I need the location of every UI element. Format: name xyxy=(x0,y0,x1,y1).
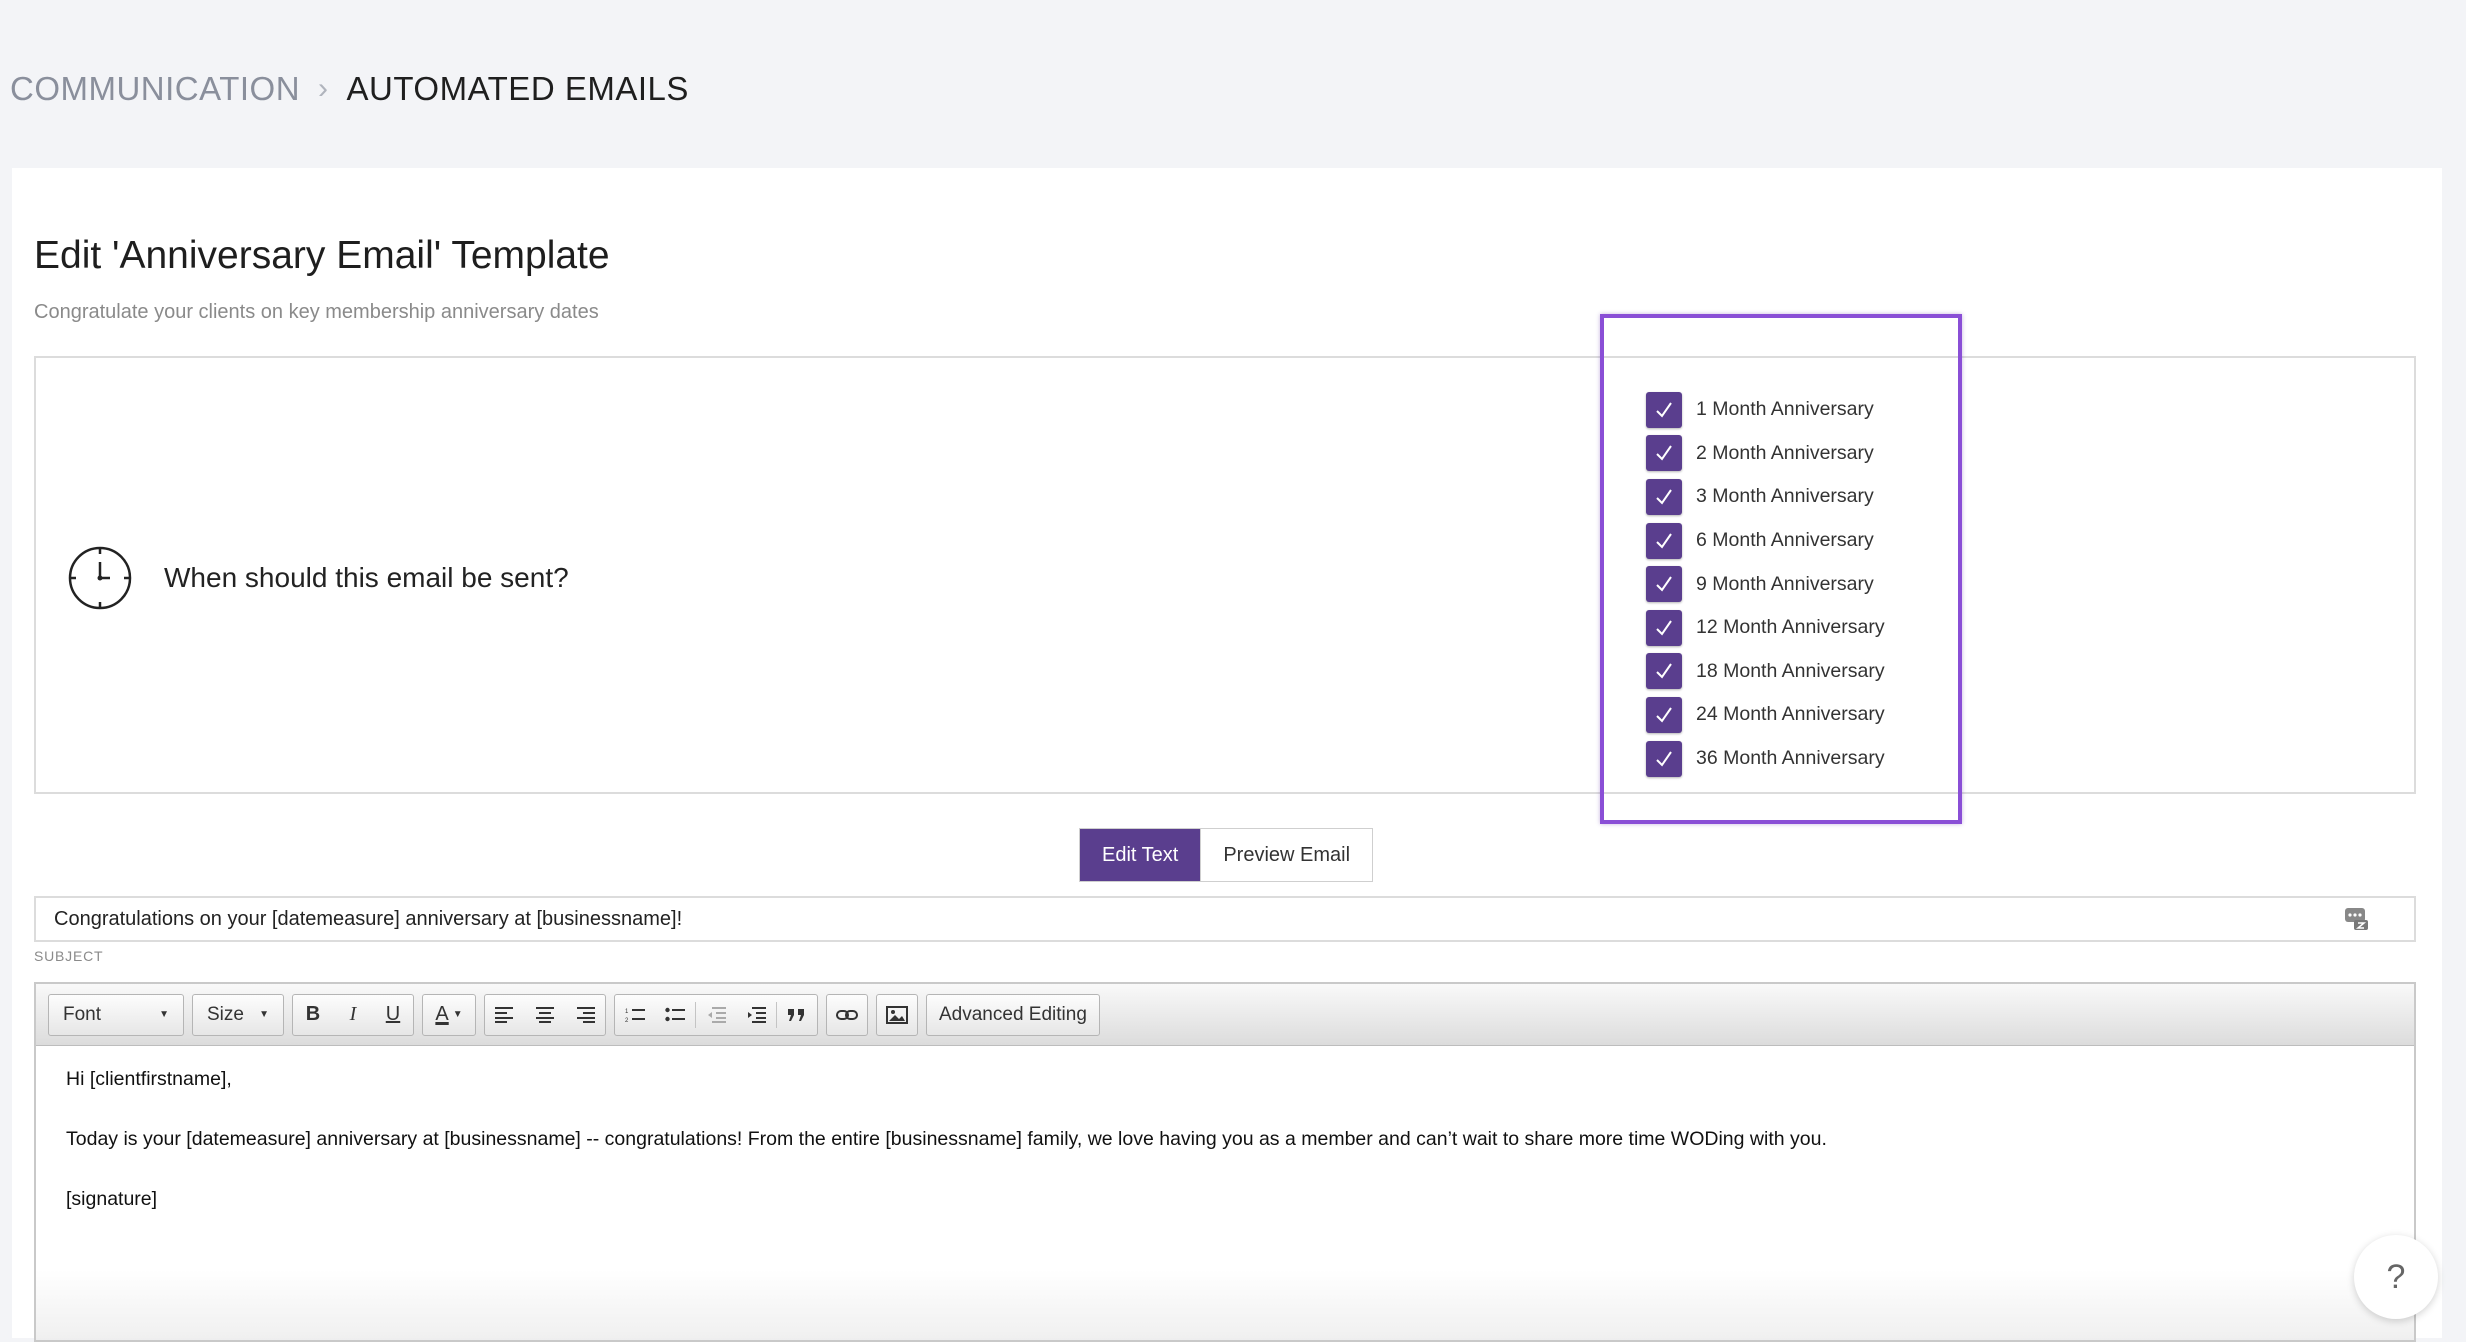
clock-icon xyxy=(68,546,132,610)
checkbox-9-month[interactable]: 9 Month Anniversary xyxy=(1646,562,1885,606)
checkbox-label: 18 Month Anniversary xyxy=(1696,659,1885,682)
size-select-label: Size xyxy=(207,1003,244,1025)
anniversary-checkbox-list: 1 Month Anniversary 2 Month Anniversary … xyxy=(1646,388,1885,780)
checkbox-label: 9 Month Anniversary xyxy=(1696,572,1874,595)
preview-email-button[interactable]: Preview Email xyxy=(1200,829,1373,881)
underline-button[interactable]: U xyxy=(373,995,413,1035)
checkbox-36-month[interactable]: 36 Month Anniversary xyxy=(1646,737,1885,781)
schedule-section: When should this email be sent? xyxy=(34,356,2416,794)
checkbox-label: 2 Month Anniversary xyxy=(1696,441,1874,464)
body-paragraph: Today is your [datemeasure] anniversary … xyxy=(66,1128,1827,1150)
email-body-editor: Font ▼ Size ▼ B I U A ▼ 1 2 Advanced Edi… xyxy=(34,982,2416,1342)
align-group xyxy=(484,993,606,1036)
page-subtitle: Congratulate your clients on key members… xyxy=(34,301,599,323)
size-select[interactable]: Size ▼ xyxy=(192,993,284,1036)
checkbox-label: 12 Month Anniversary xyxy=(1696,616,1885,639)
font-select[interactable]: Font ▼ xyxy=(48,993,184,1036)
editor-fade xyxy=(36,1270,2414,1340)
align-center-icon[interactable] xyxy=(525,995,565,1035)
align-left-icon[interactable] xyxy=(485,995,525,1035)
checkbox-3-month[interactable]: 3 Month Anniversary xyxy=(1646,475,1885,519)
mode-toggle: Edit Text Preview Email xyxy=(1079,828,1374,882)
checkbox-checked-icon[interactable] xyxy=(1646,609,1682,646)
breadcrumb: COMMUNICATION › AUTOMATED EMAILS xyxy=(10,70,689,108)
ordered-list-icon[interactable]: 12 xyxy=(615,995,655,1035)
outdent-icon[interactable] xyxy=(696,995,736,1035)
subject-input[interactable]: Congratulations on your [datemeasure] an… xyxy=(34,896,2416,942)
font-select-label: Font xyxy=(63,1003,102,1025)
checkbox-label: 3 Month Anniversary xyxy=(1696,485,1874,508)
checkbox-checked-icon[interactable] xyxy=(1646,435,1682,472)
caret-down-icon: ▼ xyxy=(159,1009,169,1020)
list-indent-group: 12 xyxy=(614,993,818,1036)
checkbox-label: 24 Month Anniversary xyxy=(1696,703,1885,726)
image-group xyxy=(876,993,918,1036)
edit-text-button[interactable]: Edit Text xyxy=(1080,829,1201,881)
checkbox-checked-icon[interactable] xyxy=(1646,566,1682,603)
schedule-question: When should this email be sent? xyxy=(164,562,569,593)
font-select-button[interactable]: Font ▼ xyxy=(49,995,183,1035)
checkbox-checked-icon[interactable] xyxy=(1646,478,1682,515)
body-signature: [signature] xyxy=(66,1188,158,1210)
checkbox-18-month[interactable]: 18 Month Anniversary xyxy=(1646,650,1885,694)
checkbox-checked-icon[interactable] xyxy=(1646,696,1682,733)
checkbox-checked-icon[interactable] xyxy=(1646,522,1682,559)
font-color-label: A xyxy=(435,1003,449,1025)
advanced-editing-group: Advanced Editing xyxy=(926,993,1100,1036)
advanced-editing-button[interactable]: Advanced Editing xyxy=(927,995,1099,1035)
merge-fields-icon[interactable] xyxy=(2342,904,2372,934)
editor-toolbar: Font ▼ Size ▼ B I U A ▼ 1 2 Advanced Edi… xyxy=(36,984,2414,1046)
breadcrumb-communication[interactable]: COMMUNICATION xyxy=(10,70,300,108)
email-body-content[interactable]: Hi [clientfirstname], Today is your [dat… xyxy=(36,1046,2414,1266)
checkbox-24-month[interactable]: 24 Month Anniversary xyxy=(1646,693,1885,737)
checkbox-12-month[interactable]: 12 Month Anniversary xyxy=(1646,606,1885,650)
size-select-button[interactable]: Size ▼ xyxy=(193,995,283,1035)
checkbox-6-month[interactable]: 6 Month Anniversary xyxy=(1646,519,1885,563)
italic-button[interactable]: I xyxy=(333,995,373,1035)
subject-value[interactable]: Congratulations on your [datemeasure] an… xyxy=(36,908,2342,931)
align-right-icon[interactable] xyxy=(565,995,605,1035)
checkbox-label: 36 Month Anniversary xyxy=(1696,747,1885,770)
image-icon[interactable] xyxy=(877,995,917,1035)
checkbox-label: 6 Month Anniversary xyxy=(1696,529,1874,552)
bullet-list-icon[interactable] xyxy=(655,995,695,1035)
checkbox-1-month[interactable]: 1 Month Anniversary xyxy=(1646,388,1885,432)
svg-text:1: 1 xyxy=(625,1009,629,1015)
template-card: Edit 'Anniversary Email' Template Congra… xyxy=(12,168,2442,1342)
page-title: Edit 'Anniversary Email' Template xyxy=(34,234,610,277)
link-icon[interactable] xyxy=(827,995,867,1035)
subject-label: SUBJECT xyxy=(34,948,104,964)
font-color-button[interactable]: A ▼ xyxy=(423,995,475,1035)
bold-button[interactable]: B xyxy=(293,995,333,1035)
font-color-group: A ▼ xyxy=(422,993,476,1036)
caret-down-icon: ▼ xyxy=(452,1009,463,1020)
breadcrumb-separator: › xyxy=(318,72,329,105)
link-group xyxy=(826,993,868,1036)
indent-icon[interactable] xyxy=(736,995,776,1035)
svg-text:2: 2 xyxy=(625,1018,629,1023)
checkbox-checked-icon[interactable] xyxy=(1646,391,1682,428)
body-greeting: Hi [clientfirstname], xyxy=(66,1068,232,1090)
blockquote-icon[interactable] xyxy=(777,995,817,1035)
text-style-group: B I U xyxy=(292,993,414,1036)
caret-down-icon: ▼ xyxy=(259,1009,269,1020)
checkbox-2-month[interactable]: 2 Month Anniversary xyxy=(1646,432,1885,476)
breadcrumb-automated-emails: AUTOMATED EMAILS xyxy=(346,70,689,107)
checkbox-checked-icon[interactable] xyxy=(1646,653,1682,690)
checkbox-label: 1 Month Anniversary xyxy=(1696,398,1874,421)
checkbox-checked-icon[interactable] xyxy=(1646,740,1682,777)
help-button[interactable]: ? xyxy=(2354,1235,2438,1319)
